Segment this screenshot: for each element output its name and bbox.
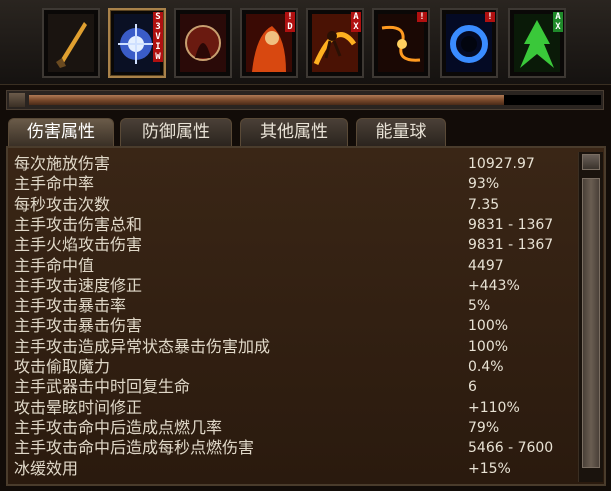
tab-energy-orb[interactable]: 能量球 (356, 118, 446, 146)
blue-ring-skill-icon (446, 14, 492, 72)
stat-label: 主手攻击速度修正 (14, 275, 143, 295)
stat-label: 主手攻击命中后造成每秒点燃伤害 (14, 438, 255, 458)
stat-label: 主手攻击暴击率 (14, 296, 127, 316)
stat-value: 0.4% (468, 359, 504, 375)
stat-value: 4497 (468, 257, 504, 274)
tab-damage-attributes[interactable]: 伤害属性 (8, 118, 114, 146)
stat-label: 主手命中率 (14, 174, 95, 194)
stat-label: 主手攻击暴击伤害 (14, 316, 143, 336)
experience-bar (6, 90, 604, 110)
stat-value: 100% (468, 318, 509, 335)
stat-row: 每次施放伤害 10927.97 (14, 154, 576, 174)
skill-rune-tag: A X (553, 12, 563, 32)
stat-label: 每次施放伤害 (14, 154, 111, 173)
stat-row: 攻击晕眩时间修正 +110% (14, 398, 576, 418)
skill-slot[interactable]: ! D (240, 8, 298, 78)
skill-rune-tag: ! (417, 12, 427, 22)
stat-label: 主手攻击伤害总和 (14, 214, 143, 234)
experience-bar-cap (9, 93, 25, 107)
skill-rune-tag: A X (351, 12, 361, 32)
stat-value: 5466 - 7600 (468, 440, 554, 457)
stat-row: 主手攻击暴击率 5% (14, 296, 576, 316)
scrollbar-thumb[interactable] (582, 178, 600, 468)
tab-other-attributes[interactable]: 其他属性 (240, 118, 348, 146)
stat-value: 100% (468, 338, 509, 355)
stat-row: 主手攻击速度修正 +443% (14, 276, 576, 296)
stat-value: 6 (468, 379, 477, 396)
experience-bar-fill (29, 95, 504, 105)
stat-label: 冰缓效用 (14, 458, 79, 478)
stat-row: 主手攻击造成异常状态暴击伤害加成 100% (14, 337, 576, 357)
stat-value: 93% (468, 176, 500, 193)
hooded-figure-skill-icon (180, 14, 226, 72)
tab-defense-attributes[interactable]: 防御属性 (120, 118, 232, 146)
stat-row: 冰缓效用 +15% (14, 459, 576, 479)
stats-panel: 每次施放伤害 10927.97 主手命中率 93% 每秒攻击次数 7.35 主手攻击伤害总和… (6, 146, 606, 486)
stat-label: 主手攻击命中后造成点燃几率 (14, 417, 223, 437)
stat-row: 每秒攻击次数 7.35 (14, 195, 576, 215)
stat-row: 主手攻击命中后造成每秒点燃伤害 5466 - 7600 (14, 438, 576, 458)
stat-label: 主手攻击造成异常状态暴击伤害加成 (14, 336, 271, 356)
scrollbar[interactable] (578, 152, 603, 482)
stat-label: 攻击偷取魔力 (14, 357, 111, 376)
stat-value: +110% (468, 399, 520, 416)
stat-value: 7.35 (468, 196, 500, 213)
sword-skill-icon (48, 14, 94, 72)
skill-bar: S 3 V I W ! D A X!! A X (0, 0, 611, 85)
scroll-up-button[interactable] (582, 154, 600, 170)
stat-label: 主手命中值 (14, 255, 95, 275)
stat-value: 9831 - 1367 (468, 216, 554, 233)
stat-row: 主手火焰攻击伤害 9831 - 1367 (14, 235, 576, 255)
stat-row: 主手命中值 4497 (14, 256, 576, 276)
stat-label: 主手武器击中时回复生命 (14, 377, 191, 397)
skill-slot[interactable] (174, 8, 232, 78)
skill-rune-tag: ! (485, 12, 495, 22)
stat-label: 每秒攻击次数 (14, 194, 111, 214)
stat-label: 攻击晕眩时间修正 (14, 397, 143, 417)
skill-rune-tag: ! D (285, 12, 295, 32)
skill-rune-tag: S 3 V I W (153, 12, 163, 62)
stat-row: 攻击偷取魔力 0.4% (14, 357, 576, 377)
skill-slot[interactable]: ! (372, 8, 430, 78)
skill-slot[interactable]: ! (440, 8, 498, 78)
skill-slot[interactable] (42, 8, 100, 78)
stat-row: 主手命中率 93% (14, 174, 576, 194)
stat-row: 主手武器击中时回复生命 6 (14, 377, 576, 397)
stat-value: +15% (468, 460, 511, 477)
stat-value: 9831 - 1367 (468, 237, 554, 254)
fire-whip-skill-icon (378, 14, 424, 72)
stat-value: +443% (468, 277, 520, 294)
stat-value: 10927.97 (468, 156, 535, 172)
stat-value: 5% (468, 298, 491, 315)
skill-slot[interactable]: S 3 V I W (108, 8, 166, 78)
skill-slot[interactable]: A X (508, 8, 566, 78)
character-stats-window: S 3 V I W! DA X!! A X 伤害属性 防御属性 其他属性 能量球 … (0, 0, 611, 491)
stat-value: 79% (468, 419, 500, 436)
stat-row: 主手攻击命中后造成点燃几率 79% (14, 418, 576, 438)
stat-row: 主手攻击伤害总和 9831 - 1367 (14, 215, 576, 235)
stat-label: 主手火焰攻击伤害 (14, 235, 143, 255)
skill-slot[interactable]: A X (306, 8, 364, 78)
stat-row: 主手攻击暴击伤害 100% (14, 316, 576, 336)
